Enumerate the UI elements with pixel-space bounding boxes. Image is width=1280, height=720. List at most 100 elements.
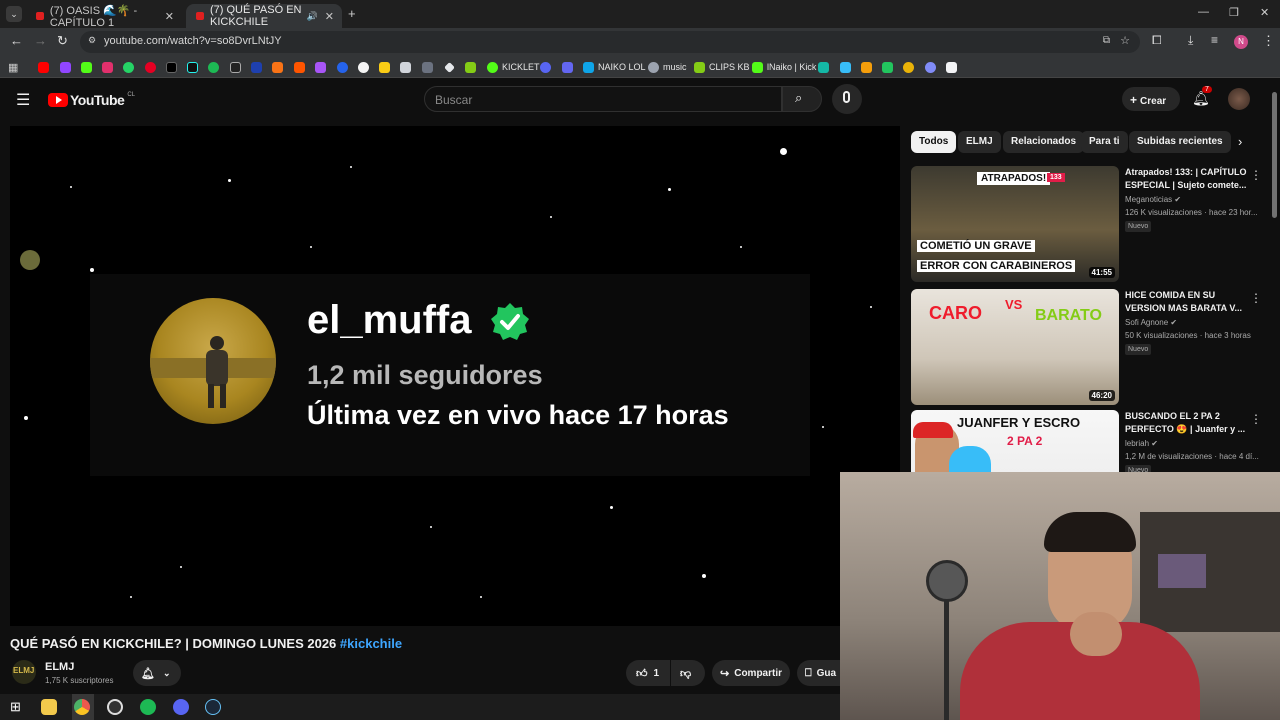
chip-para-ti[interactable]: Para ti [1081,131,1128,153]
address-bar[interactable]: ⚙ youtube.com/watch?v=so8DvrLNtJY ⧉ ☆ [80,31,1140,53]
bookmark-naiko-lol[interactable]: NAIKO LOL [583,59,646,75]
bookmark-chatgpt-icon[interactable] [358,59,373,75]
bookmark-s-icon[interactable] [230,59,245,75]
close-window-icon[interactable]: ✕ [1260,6,1269,19]
close-tab-icon[interactable]: ✕ [165,10,174,23]
chip-relacionados[interactable]: Relacionados [1003,131,1085,153]
chevron-right-icon[interactable]: › [1238,134,1242,149]
steam-icon[interactable] [205,699,221,715]
recommendation-channel[interactable]: lebriah ✔ [1125,439,1158,448]
chip-todos[interactable]: Todos [911,131,957,153]
share-button[interactable]: ↪ Compartir [712,660,790,686]
apps-grid-icon[interactable]: ▦ [8,59,18,75]
bookmark-teal-icon[interactable] [818,59,833,75]
video-thumbnail[interactable]: CARO VS BARATO 46:20 [911,289,1119,405]
discord-icon[interactable] [173,699,189,715]
chip-subidas-recientes[interactable]: Subidas recientes [1129,131,1231,153]
notifications-button[interactable]: 🔔︎ 7 [1192,86,1212,108]
account-avatar[interactable] [1228,88,1250,110]
forward-icon[interactable]: → [34,33,47,48]
bookmark-search-icon[interactable] [337,59,352,75]
hashtag-link[interactable]: #kickchile [340,636,402,651]
channel-avatar[interactable]: ELMJ [12,660,36,684]
browser-tab-oasis[interactable]: (7) OASIS 🌊🌴 - CAPÍTULO 1 ✕ [26,4,182,29]
bookmark-gray-icon[interactable] [422,59,437,75]
bookmark-tiktok-icon[interactable] [187,59,202,75]
bookmark-magnet-icon[interactable] [903,59,918,75]
chrome-menu-icon[interactable]: ⋮ [1262,33,1275,49]
back-icon[interactable]: ← [10,33,23,48]
bookmark-clips-kb[interactable]: CLIPS KB [694,59,750,75]
create-button[interactable]: + Crear [1122,87,1180,111]
tab-search-button[interactable]: ⌄ [6,6,22,22]
recommendation-title[interactable]: HICE COMIDA EN SU VERSION MAS BARATA V..… [1125,289,1249,315]
more-actions-icon[interactable]: ⋮ [1250,168,1262,182]
bookmark-swirl-icon[interactable] [925,59,940,75]
bookmark-naiko-kick[interactable]: lNaiko | Kick [752,59,816,75]
file-explorer-icon[interactable] [41,699,57,715]
recommendation-channel[interactable]: Meganoticias ✔ [1125,195,1181,204]
bookmark-bars-icon[interactable] [840,59,855,75]
site-info-icon[interactable]: ⚙ [88,35,96,46]
bookmark-yellow-icon[interactable] [379,59,394,75]
browser-tab-kickchile[interactable]: (7) QUÉ PASÓ EN KICKCHILE 🔊 ✕ [186,4,342,28]
bookmark-music[interactable]: music [648,59,687,75]
chip-elmj[interactable]: ELMJ [958,131,1001,153]
reload-icon[interactable]: ↻ [57,33,68,49]
bookmark-x-icon[interactable] [166,59,181,75]
recommendation-channel[interactable]: Sofi Agnone ✔ [1125,318,1177,327]
page-scrollbar[interactable] [1272,92,1277,218]
bookmark-box-icon[interactable] [946,59,961,75]
more-actions-icon[interactable]: ⋮ [1250,291,1262,305]
recommendation-title[interactable]: BUSCANDO EL 2 PA 2 PERFECTO 😍 | Juanfer … [1125,410,1249,436]
dislike-button[interactable]: 👎︎ [671,660,705,686]
youtube-logo[interactable]: YouTube CL [48,92,135,108]
bookmark-whatsapp-icon[interactable] [123,59,138,75]
media-controls-icon[interactable]: ≡ [1211,33,1218,47]
bookmark-soundcloud-icon[interactable] [294,59,309,75]
extensions-icon[interactable]: ⧠ [1152,33,1162,48]
bookmark-blue-icon[interactable] [251,59,266,75]
hamburger-menu-icon[interactable]: ☰ [16,90,30,110]
recommendation-item[interactable]: ATRAPADOS! 133 COMETIÓ UN GRAVE ERROR CO… [911,166,1271,282]
voice-search-button[interactable] [832,84,862,114]
bookmark-youtube-icon[interactable] [38,59,53,75]
save-button[interactable]: ⎕ Gua [797,660,840,686]
search-button[interactable]: ⌕ [782,86,822,112]
bookmark-pinterest-icon[interactable] [145,59,160,75]
like-button[interactable]: 👍︎ 1 [626,660,670,686]
bookmark-spotify-icon[interactable] [208,59,223,75]
bookmark-kicklet[interactable]: KICKLET [487,59,540,75]
bookmark-lime-icon[interactable] [882,59,897,75]
bookmark-cat-icon[interactable] [400,59,415,75]
bookmark-shield-icon[interactable] [562,59,577,75]
app-icon[interactable] [107,699,123,715]
bookmark-twitch-icon[interactable] [60,59,75,75]
bookmark-green-icon[interactable] [465,59,480,75]
video-player[interactable]: el_muffa 1,2 mil seguidores Última vez e… [10,126,900,626]
search-input[interactable]: Buscar [424,86,782,112]
bookmark-kick-icon[interactable] [81,59,96,75]
restore-icon[interactable]: ❐ [1229,6,1239,19]
recommendation-title[interactable]: Atrapados! 133: | CAPÍTULO ESPECIAL | Su… [1125,166,1249,192]
new-tab-button[interactable]: + [348,6,356,21]
minimize-icon[interactable]: — [1198,6,1209,18]
bookmark-purple-icon[interactable] [315,59,330,75]
downloads-icon[interactable]: ⤓ [1188,33,1193,48]
spotify-icon[interactable] [140,699,156,715]
profile-avatar[interactable]: N [1234,35,1248,49]
close-tab-icon[interactable]: ✕ [325,10,334,23]
recommendation-item[interactable]: CARO VS BARATO 46:20 HICE COMIDA EN SU V… [911,289,1271,405]
more-actions-icon[interactable]: ⋮ [1250,412,1262,426]
video-thumbnail[interactable]: ATRAPADOS! 133 COMETIÓ UN GRAVE ERROR CO… [911,166,1119,282]
channel-watermark[interactable] [20,250,40,270]
bookmark-instagram-icon[interactable] [102,59,117,75]
bookmark-orange-icon[interactable] [272,59,287,75]
bookmark-discord-icon[interactable] [540,59,555,75]
bookmark-star-icon[interactable]: ☆ [1120,34,1130,47]
channel-name[interactable]: ELMJ [45,661,74,673]
bookmark-diamond-icon[interactable] [444,59,459,75]
install-app-icon[interactable]: ⧉ [1103,35,1110,46]
windows-start-icon[interactable]: ⊞ [10,699,21,715]
subscription-bell-button[interactable]: 🔔︎ ⌄ [133,660,181,686]
